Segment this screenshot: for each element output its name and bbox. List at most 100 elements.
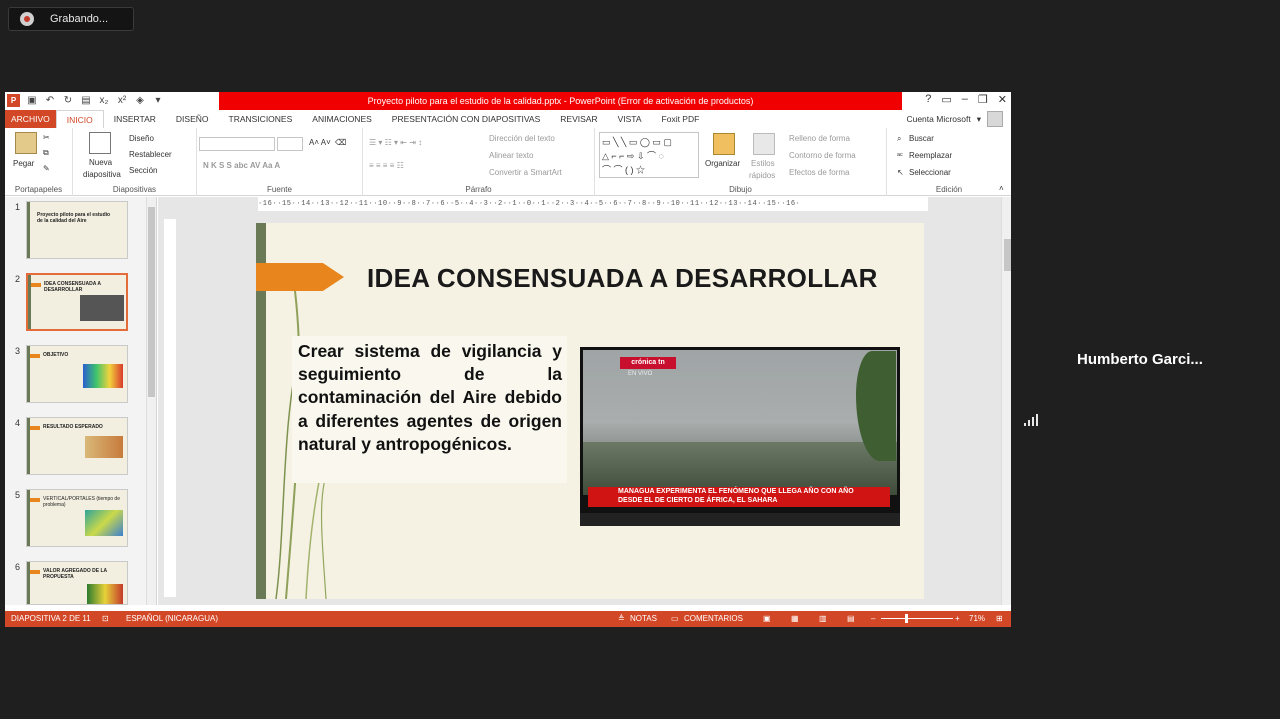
slide-body-text[interactable]: Crear sistema de vigilancia y seguimient…	[298, 340, 562, 456]
section-button[interactable]: Sección	[129, 166, 157, 175]
tab-transiciones[interactable]: TRANSICIONES	[219, 110, 303, 128]
zoom-out-icon[interactable]: –	[871, 611, 875, 627]
group-label-dibujo: Dibujo	[729, 185, 752, 194]
connection-signal-icon	[1024, 414, 1038, 426]
font-style-icons[interactable]: N K S S abc AV Aa A	[203, 161, 280, 170]
tab-inicio[interactable]: INICIO	[55, 110, 104, 128]
language-label[interactable]: ESPAÑOL (NICARAGUA)	[126, 611, 218, 627]
alignment-icons[interactable]: ≡ ≡ ≡ ≡ ☷	[369, 161, 404, 170]
reset-button[interactable]: Restablecer	[129, 150, 172, 159]
replace-icon[interactable]: ᵃᶜ	[897, 151, 903, 160]
help-button[interactable]: ?	[925, 93, 931, 106]
minimize-icon[interactable]: –	[962, 93, 968, 106]
quick-styles-label-2[interactable]: rápidos	[749, 171, 775, 180]
find-icon[interactable]: ⌕	[897, 134, 901, 144]
tab-archivo[interactable]: ARCHIVO	[5, 110, 56, 128]
cut-icon[interactable]: ✂	[43, 133, 50, 142]
thumb-decor	[27, 562, 30, 604]
text-direction-button[interactable]: Dirección del texto	[489, 134, 555, 143]
restore-icon[interactable]: ❐	[978, 93, 988, 106]
fit-to-window-icon[interactable]: ⊞	[996, 611, 1003, 627]
save-icon[interactable]: ▣	[26, 95, 38, 107]
new-slide-icon[interactable]	[89, 132, 111, 154]
arrange-icon[interactable]	[713, 133, 735, 155]
paste-icon[interactable]	[15, 132, 37, 154]
list-icons[interactable]: ☰ ▾ ☷ ▾ ⇤ ⇥ ↕	[369, 138, 422, 147]
tab-presentacion[interactable]: PRESENTACIÓN CON DIAPOSITIVAS	[382, 110, 550, 128]
format-painter-icon[interactable]: ✎	[43, 164, 50, 173]
tab-foxit-pdf[interactable]: Foxit PDF	[652, 110, 710, 128]
chyron-line-2: DESDE EL DE CIERTO DE ÁFRICA, EL SAHARA	[618, 497, 778, 504]
font-size-box[interactable]	[277, 137, 303, 151]
quick-styles-icon[interactable]	[753, 133, 775, 155]
layout-button[interactable]: Diseño	[129, 134, 154, 143]
normal-view-icon[interactable]: ▣	[763, 611, 771, 627]
ribbon-display-icon[interactable]: ▭	[941, 93, 951, 106]
scrollbar-thumb[interactable]	[148, 207, 155, 397]
comments-button[interactable]: COMENTARIOS	[684, 611, 743, 627]
zoom-in-icon[interactable]: +	[955, 611, 960, 627]
group-diapositivas: Nueva diapositiva Diseño Restablecer Sec…	[73, 128, 197, 196]
embedded-video-frame[interactable]: crónica tn EN VIVO MANAGUA EXPERIMENTA E…	[580, 347, 900, 526]
tab-insertar[interactable]: INSERTAR	[104, 110, 166, 128]
notes-icon[interactable]: ≜	[618, 611, 625, 627]
account-area[interactable]: Cuenta Microsoft ▾	[906, 110, 1003, 128]
notes-button[interactable]: NOTAS	[630, 611, 657, 627]
close-icon[interactable]: ✕	[998, 93, 1007, 106]
align-text-button[interactable]: Alinear texto	[489, 151, 533, 160]
slide-title[interactable]: IDEA CONSENSUADA A DESARROLLAR	[367, 263, 878, 294]
slide-sorter-icon[interactable]: ▦	[791, 611, 799, 627]
superscript-icon[interactable]: x²	[116, 95, 128, 107]
shape-outline-button[interactable]: Contorno de forma	[789, 151, 856, 160]
quick-styles-label-1[interactable]: Estilos	[751, 159, 775, 168]
comments-icon[interactable]: ▭	[671, 611, 679, 627]
smartart-button[interactable]: Convertir a SmartArt	[489, 168, 562, 177]
new-slide-label-1[interactable]: Nueva	[89, 158, 112, 167]
slide-thumbnail-5[interactable]: VERTICAL/PORTALES (tiempo de problema)	[26, 489, 128, 547]
zoom-level[interactable]: 71%	[969, 611, 985, 627]
slide-thumbnail-2[interactable]: IDEA CONSENSUADA A DESARROLLAR	[26, 273, 128, 331]
grow-font-icon[interactable]: A˄ A˅	[309, 138, 331, 147]
customize-toolbar-icon[interactable]: ▾	[152, 95, 164, 107]
paste-button[interactable]: Pegar	[13, 159, 34, 168]
avatar[interactable]	[987, 111, 1003, 127]
zoom-slider-thumb[interactable]	[905, 614, 908, 623]
font-name-box[interactable]	[199, 137, 275, 151]
tab-vista[interactable]: VISTA	[608, 110, 652, 128]
slide-thumbnail-3[interactable]: OBJETIVO	[26, 345, 128, 403]
editor-scrollbar[interactable]	[1001, 197, 1011, 605]
shape-effects-button[interactable]: Efectos de forma	[789, 168, 849, 177]
slide-canvas[interactable]: IDEA CONSENSUADA A DESARROLLAR Crear sis…	[256, 223, 924, 599]
shapes-gallery[interactable]: ▭ ╲ ╲ ▭ ◯ ▭ ▢ △ ⌐ ⌐ ⇨ ⇩ ⌒ ◌ ⌒ ⌒ ( ) ☆	[599, 132, 699, 178]
select-button[interactable]: Seleccionar	[909, 168, 951, 177]
slide-thumbnail-1[interactable]: Proyecto piloto para el estudio de la ca…	[26, 201, 128, 259]
clear-format-icon[interactable]: ⌫	[335, 138, 346, 147]
redo-icon[interactable]: ↻	[62, 95, 74, 107]
subscript-icon[interactable]: x₂	[98, 95, 110, 107]
new-slide-label-2[interactable]: diapositiva	[83, 170, 121, 179]
scrollbar-thumb[interactable]	[1004, 239, 1011, 271]
reading-view-icon[interactable]: ▥	[819, 611, 827, 627]
select-icon[interactable]: ↖	[897, 168, 904, 177]
thumb-title: VALOR AGREGADO DE LA PROPUESTA	[43, 568, 107, 580]
touch-mode-icon[interactable]: ◈	[134, 95, 146, 107]
tab-diseno[interactable]: DISEÑO	[166, 110, 219, 128]
thumbnails-scrollbar[interactable]	[146, 197, 156, 605]
recording-indicator[interactable]: Grabando...	[8, 7, 134, 31]
slideshow-icon[interactable]: ▤	[847, 611, 855, 627]
replace-button[interactable]: Reemplazar	[909, 151, 952, 160]
copy-icon[interactable]: ⧉	[43, 148, 49, 158]
account-label[interactable]: Cuenta Microsoft	[906, 114, 970, 124]
find-button[interactable]: Buscar	[909, 134, 934, 143]
slide-thumbnail-4[interactable]: RESULTADO ESPERADO	[26, 417, 128, 475]
spellcheck-icon[interactable]: ⊡	[102, 611, 109, 627]
start-from-beginning-icon[interactable]: ▤	[80, 95, 92, 107]
collapse-ribbon-icon[interactable]: ˄	[999, 184, 1004, 193]
arrange-button[interactable]: Organizar	[705, 159, 740, 168]
tab-revisar[interactable]: REVISAR	[550, 110, 607, 128]
zoom-slider[interactable]	[881, 614, 953, 623]
undo-icon[interactable]: ↶	[44, 95, 56, 107]
shape-fill-button[interactable]: Relleno de forma	[789, 134, 850, 143]
slide-thumbnail-6[interactable]: VALOR AGREGADO DE LA PROPUESTA	[26, 561, 128, 605]
tab-animaciones[interactable]: ANIMACIONES	[302, 110, 382, 128]
